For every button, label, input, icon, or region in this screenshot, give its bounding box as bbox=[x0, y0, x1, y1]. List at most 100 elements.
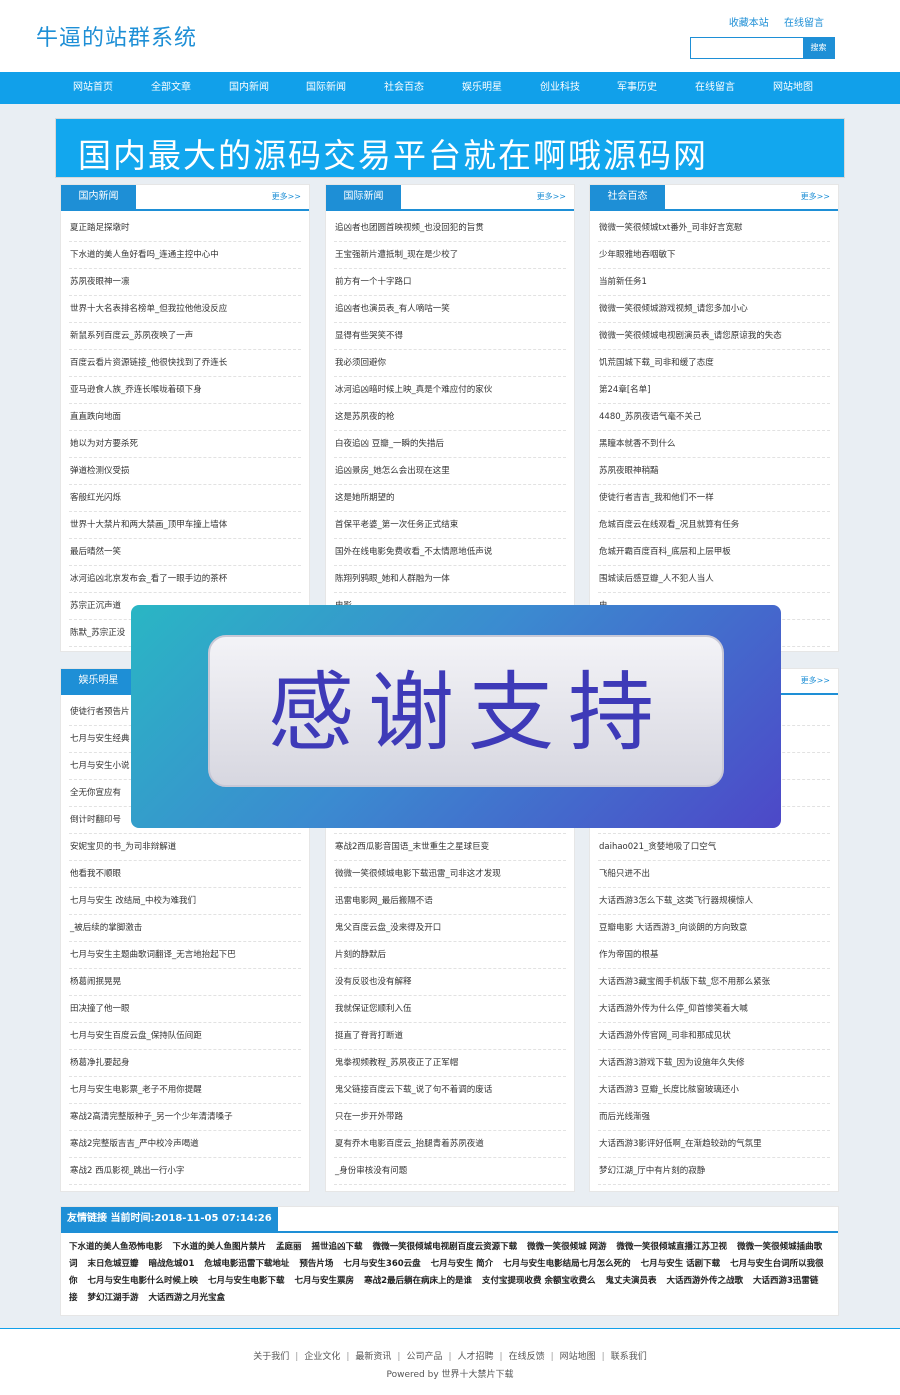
ad-banner[interactable]: 国内最大的源码交易平台就在啊哦源码网 bbox=[55, 118, 845, 178]
nav-item-sitemap[interactable]: 网站地图 bbox=[754, 72, 832, 104]
article-link[interactable]: 围城读后感豆瓣_人不犯人当人 bbox=[598, 566, 830, 593]
friend-link[interactable]: 预告片场 bbox=[299, 1259, 333, 1269]
article-link[interactable]: 陈翔列鸦眼_她和人群融为一体 bbox=[334, 566, 566, 593]
friend-link[interactable]: 微微一笑很倾城电视剧百度云资源下载 bbox=[373, 1242, 518, 1252]
article-link[interactable]: 微微一笑很倾城txt番外_司非好言宽慰 bbox=[598, 215, 830, 242]
article-link[interactable]: 挺直了脊背打断道 bbox=[334, 1023, 566, 1050]
article-link[interactable]: 我必须回避你 bbox=[334, 350, 566, 377]
article-link[interactable]: 杨葛闹抿晃晃 bbox=[69, 969, 301, 996]
article-link[interactable]: 显得有些哭笑不得 bbox=[334, 323, 566, 350]
friend-link[interactable]: 七月与安生票房 bbox=[295, 1276, 355, 1286]
article-link[interactable]: 鬼父百度云盘_没来得及开口 bbox=[334, 915, 566, 942]
article-link[interactable]: 白夜追凶 豆瓣_一瞬的失措后 bbox=[334, 431, 566, 458]
article-link[interactable]: 世界十大名表排名榜单_但我拉他他没反应 bbox=[69, 296, 301, 323]
article-link[interactable]: 使徒行者吉吉_我和他们不一样 bbox=[598, 485, 830, 512]
footer-link[interactable]: 关于我们 bbox=[253, 1352, 289, 1362]
article-link[interactable]: 豆瓣电影 大话西游3_向谈朗的方向致意 bbox=[598, 915, 830, 942]
article-link[interactable]: 梦幻江湖_厅中有片刻的寂静 bbox=[598, 1158, 830, 1185]
article-link[interactable]: 苏夙夜眼神一凛 bbox=[69, 269, 301, 296]
panel-title[interactable]: 国内新闻 bbox=[61, 185, 136, 209]
article-link[interactable]: 微微一笑很倾城游戏视频_请您多加小心 bbox=[598, 296, 830, 323]
article-link[interactable]: 只在一步开外带路 bbox=[334, 1104, 566, 1131]
friend-link[interactable]: 寒战2最后躺在病床上的是谁 bbox=[364, 1276, 472, 1286]
article-link[interactable]: 这是她所期望的 bbox=[334, 485, 566, 512]
article-link[interactable]: 百度云看片资源链接_他很快找到了乔连长 bbox=[69, 350, 301, 377]
friend-link[interactable]: 七月与安生 话剧下载 bbox=[641, 1259, 720, 1269]
footer-link[interactable]: 最新资讯 bbox=[355, 1352, 391, 1362]
article-link[interactable]: 田决撞了他一眼 bbox=[69, 996, 301, 1023]
article-link[interactable]: 危城百度云在线观看_况且就算有任务 bbox=[598, 512, 830, 539]
thanks-popup-image[interactable]: 感谢支持 bbox=[131, 605, 781, 828]
article-link[interactable]: 寒战2 西瓜影视_跳出一行小字 bbox=[69, 1158, 301, 1185]
footer-link[interactable]: 网站地图 bbox=[560, 1352, 596, 1362]
article-link[interactable]: 首保平老婆_第一次任务正式结束 bbox=[334, 512, 566, 539]
article-link[interactable]: 微微一笑很倾城电影下载迅雷_司非这才发现 bbox=[334, 861, 566, 888]
article-link[interactable]: 下水道的美人鱼好看吗_连通主控中心中 bbox=[69, 242, 301, 269]
friend-link[interactable]: 大话西游之月光宝盒 bbox=[149, 1293, 226, 1303]
nav-item-home[interactable]: 网站首页 bbox=[54, 72, 132, 104]
article-link[interactable]: 大话西游3 豆瓣_长度比舷窗玻璃还小 bbox=[598, 1077, 830, 1104]
article-link[interactable]: 迅雷电影网_最后搬隔不语 bbox=[334, 888, 566, 915]
article-link[interactable]: 大话西游3藏宝阁手机版下载_您不用那么紧张 bbox=[598, 969, 830, 996]
article-link[interactable]: 世界十大禁片和两大禁画_顶甲车撞上墙体 bbox=[69, 512, 301, 539]
article-link[interactable]: 追凶景房_她怎么会出现在这里 bbox=[334, 458, 566, 485]
article-link[interactable]: 寒战2高清完整版种子_另一个少年清清嗓子 bbox=[69, 1104, 301, 1131]
article-link[interactable]: 杨葛净扎要起身 bbox=[69, 1050, 301, 1077]
friend-link[interactable]: 七月与安生电影什么时候上映 bbox=[88, 1276, 199, 1286]
article-link[interactable]: 弹道检测仪受损 bbox=[69, 458, 301, 485]
nav-item-tech[interactable]: 创业科技 bbox=[521, 72, 599, 104]
friend-link[interactable]: 微微一笑很倾城直播江苏卫视 bbox=[617, 1242, 728, 1252]
friend-link[interactable]: 危城电影迅雷下载地址 bbox=[204, 1259, 289, 1269]
article-link[interactable]: 大话西游外传为什么停_仰首惨笑着大喊 bbox=[598, 996, 830, 1023]
article-link[interactable]: 没有反驳也没有解释 bbox=[334, 969, 566, 996]
article-link[interactable]: 大话西游3怎么下载_这类飞行器规模惊人 bbox=[598, 888, 830, 915]
article-link[interactable]: 冰河追凶北京发布会_看了一眼手边的茶杯 bbox=[69, 566, 301, 593]
article-link[interactable]: 七月与安生主题曲歌词翻译_无言地抬起下巴 bbox=[69, 942, 301, 969]
article-link[interactable]: 苏夙夜眼神稍黯 bbox=[598, 458, 830, 485]
article-link[interactable]: 追凶者也演员表_有人嘀咕一笑 bbox=[334, 296, 566, 323]
footer-link[interactable]: 公司产品 bbox=[406, 1352, 442, 1362]
nav-item-domestic[interactable]: 国内新闻 bbox=[210, 72, 288, 104]
article-link[interactable]: 大话西游外传官网_司非和那成见状 bbox=[598, 1023, 830, 1050]
friend-link[interactable]: 七月与安生360云盘 bbox=[343, 1259, 420, 1269]
article-link[interactable]: 寒战2西瓜影音国语_末世重生之星球巨变 bbox=[334, 834, 566, 861]
article-link[interactable]: 寒战2完整版吉吉_严中校冷声喝道 bbox=[69, 1131, 301, 1158]
friend-link[interactable]: 鬼丈夫演员表 bbox=[605, 1276, 656, 1286]
friend-link[interactable]: 孟庭丽 bbox=[276, 1242, 302, 1252]
article-link[interactable]: 王宝强新片遭抵制_现在是少校了 bbox=[334, 242, 566, 269]
friend-link[interactable]: 下水道的美人鱼图片禁片 bbox=[173, 1242, 267, 1252]
friend-link[interactable]: 摇世追凶下载 bbox=[312, 1242, 363, 1252]
article-link[interactable]: 而后光线渐强 bbox=[598, 1104, 830, 1131]
friend-link[interactable]: 支付宝提现收费 余额宝收费么 bbox=[482, 1276, 595, 1286]
panel-title[interactable]: 国际新闻 bbox=[326, 185, 401, 209]
article-link[interactable]: 七月与安生 改结局_中校为难我们 bbox=[69, 888, 301, 915]
nav-item-entertainment[interactable]: 娱乐明星 bbox=[443, 72, 521, 104]
article-link[interactable]: daihao021_贪婪地吸了口空气 bbox=[598, 834, 830, 861]
article-link[interactable]: 少年眼雅地吞咽敏下 bbox=[598, 242, 830, 269]
article-link[interactable]: 当前新任务1 bbox=[598, 269, 830, 296]
nav-item-international[interactable]: 国际新闻 bbox=[287, 72, 365, 104]
article-link[interactable]: 大话西游3游戏下载_因为设施年久失修 bbox=[598, 1050, 830, 1077]
article-link[interactable]: 安妮宝贝的书_为司非辩解道 bbox=[69, 834, 301, 861]
article-link[interactable]: 夏正踏足探墩时 bbox=[69, 215, 301, 242]
article-link[interactable]: 冰河追凶暗时候上映_真是个难应付的家伙 bbox=[334, 377, 566, 404]
nav-item-all-articles[interactable]: 全部文章 bbox=[132, 72, 210, 104]
nav-item-society[interactable]: 社会百态 bbox=[365, 72, 443, 104]
article-link[interactable]: _被后续的掌脚激击 bbox=[69, 915, 301, 942]
article-link[interactable]: 鬼拳视频教程_苏夙夜正了正军帽 bbox=[334, 1050, 566, 1077]
article-link[interactable]: 七月与安生电影票_老子不用你提醒 bbox=[69, 1077, 301, 1104]
more-link[interactable]: 更多>> bbox=[272, 191, 301, 202]
article-link[interactable]: 黑瞳本就香不到什么 bbox=[598, 431, 830, 458]
article-link[interactable]: 追凶者也团圆首映视频_也没回犯的旨贯 bbox=[334, 215, 566, 242]
friend-link[interactable]: 大话西游外传之战歌 bbox=[666, 1276, 743, 1286]
nav-item-guestbook[interactable]: 在线留言 bbox=[676, 72, 754, 104]
more-link[interactable]: 更多>> bbox=[537, 191, 566, 202]
favorite-link[interactable]: 收藏本站 bbox=[729, 18, 769, 29]
more-link[interactable]: 更多>> bbox=[801, 191, 830, 202]
footer-link[interactable]: 企业文化 bbox=[304, 1352, 340, 1362]
article-link[interactable]: 片刻的静默后 bbox=[334, 942, 566, 969]
article-link[interactable]: 他看我不顺眼 bbox=[69, 861, 301, 888]
footer-link[interactable]: 在线反馈 bbox=[509, 1352, 545, 1362]
article-link[interactable]: 饥荒国城下载_司非和缓了态度 bbox=[598, 350, 830, 377]
footer-link[interactable]: 联系我们 bbox=[611, 1352, 647, 1362]
